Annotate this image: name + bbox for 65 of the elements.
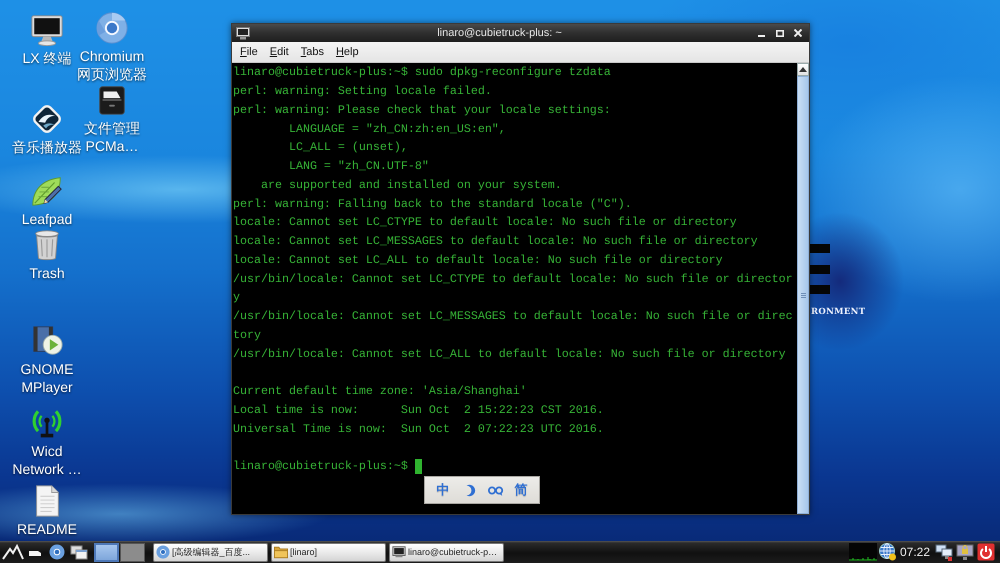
terminal-line: LANG = "zh_CN.UTF-8" bbox=[288, 159, 429, 174]
quote-marks-icon[interactable] bbox=[488, 484, 504, 496]
close-button[interactable] bbox=[792, 28, 803, 38]
terminal-line: /usr/bin/locale: Cannot set LC_ALL to default locale: No such file or directory bbox=[233, 346, 786, 361]
network-icon[interactable] bbox=[935, 543, 953, 561]
icon-label[interactable]: GNOME MPlayer bbox=[20, 360, 74, 396]
icon-label[interactable]: 音乐播放器 bbox=[12, 138, 82, 156]
terminal-line: /usr/bin/locale: Cannot set LC_MESSAGES to default locale: No such file or direc bbox=[233, 309, 793, 324]
terminal-line: LC_ALL = (unset), bbox=[288, 140, 408, 154]
power-icon[interactable] bbox=[977, 543, 995, 561]
show-desktop-icon[interactable] bbox=[29, 548, 41, 556]
icon-label[interactable]: Leafpad bbox=[22, 210, 72, 228]
window-title: linaro@cubietruck-plus: ~ bbox=[436, 27, 563, 39]
terminal-line: Local time is now: Sun Oct 2 15:22:23 CST 2016. bbox=[233, 402, 604, 417]
terminal-line: tory bbox=[233, 328, 261, 342]
maximize-button[interactable] bbox=[774, 28, 785, 38]
terminal-line: Universal Time is now: Sun Oct 2 07:22:23 UTC 2016. bbox=[233, 422, 604, 436]
terminal-line: perl: warning: Please check that your locale settings: bbox=[233, 102, 611, 117]
caret-up-icon bbox=[799, 67, 807, 72]
menu-item[interactable]: Edit bbox=[264, 46, 294, 58]
minimize-icon bbox=[758, 34, 765, 36]
browser-icon[interactable] bbox=[49, 544, 65, 560]
globe-icon[interactable] bbox=[878, 543, 897, 561]
terminal-line: LANGUAGE = "zh_CN:zh:en_US:en", bbox=[288, 122, 506, 136]
menu-icon[interactable] bbox=[2, 544, 24, 560]
task-button[interactable]: [高级编辑器_百度... bbox=[153, 542, 268, 562]
cpu-graph-icon bbox=[848, 543, 877, 561]
terminal-line: perl: warning: Setting locale failed. bbox=[233, 84, 492, 98]
terminal-line: linaro@cubietruck-plus:~$ sudo dpkg-reconfigure tzdata bbox=[233, 65, 611, 80]
workspace-button[interactable] bbox=[94, 542, 119, 562]
terminal-line: /usr/bin/locale: Cannot set LC_CTYPE to default locale: No such file or director bbox=[233, 272, 793, 286]
terminal-line: are supported and installed on your system. bbox=[260, 178, 562, 192]
wallpaper-text: RONMENT bbox=[811, 307, 866, 317]
icon-label[interactable]: Chromium 网页浏览器 bbox=[77, 47, 147, 83]
menu-item[interactable]: Tabs bbox=[296, 46, 329, 58]
ime-mode-button[interactable]: 简 bbox=[514, 481, 528, 499]
task-button[interactable]: linaro@cubietruck-p… bbox=[389, 542, 504, 562]
icon-label[interactable]: LX 终端 bbox=[22, 49, 72, 67]
monitor-icon[interactable] bbox=[30, 13, 64, 47]
terminal-line: locale: Cannot set LC_CTYPE to default locale: No such file or directory bbox=[233, 215, 737, 230]
icon-label[interactable]: 文件管理 PCMa… bbox=[84, 119, 140, 155]
terminal-line: linaro@cubietruck-plus:~$ bbox=[233, 459, 408, 474]
terminal-line: perl: warning: Falling back to the standard locale ("C"). bbox=[233, 196, 632, 211]
ime-mode-button[interactable]: 中 bbox=[436, 481, 450, 499]
terminal-line: locale: Cannot set LC_ALL to default locale: No such file or directory bbox=[233, 252, 723, 267]
menu-item[interactable]: File bbox=[235, 46, 263, 58]
terminal-line: Current default time zone: 'Asia/Shanghai' bbox=[233, 384, 527, 398]
close-icon bbox=[794, 29, 802, 37]
windows-icon[interactable] bbox=[70, 544, 88, 560]
clock[interactable]: 07:22 bbox=[900, 545, 930, 559]
scroll-up-button[interactable] bbox=[797, 63, 809, 76]
menu-item[interactable]: Help bbox=[330, 46, 364, 58]
terminal-icon bbox=[236, 26, 250, 40]
terminal-line: locale: Cannot set LC_MESSAGES to default locale: No such file or directory bbox=[233, 234, 758, 248]
maximize-icon bbox=[776, 30, 784, 36]
folder-icon bbox=[274, 545, 288, 559]
lock-screen-icon[interactable] bbox=[956, 543, 974, 561]
terminal-line: y bbox=[233, 290, 240, 304]
icon-label[interactable]: README bbox=[17, 520, 77, 538]
icon-label[interactable]: Wicd Network … bbox=[12, 442, 82, 478]
browser-icon bbox=[156, 545, 170, 559]
task-button[interactable]: [linaro] bbox=[271, 542, 386, 562]
workspace-button[interactable] bbox=[120, 542, 145, 562]
terminal-icon bbox=[392, 545, 406, 559]
icon-label[interactable]: Trash bbox=[29, 264, 65, 282]
